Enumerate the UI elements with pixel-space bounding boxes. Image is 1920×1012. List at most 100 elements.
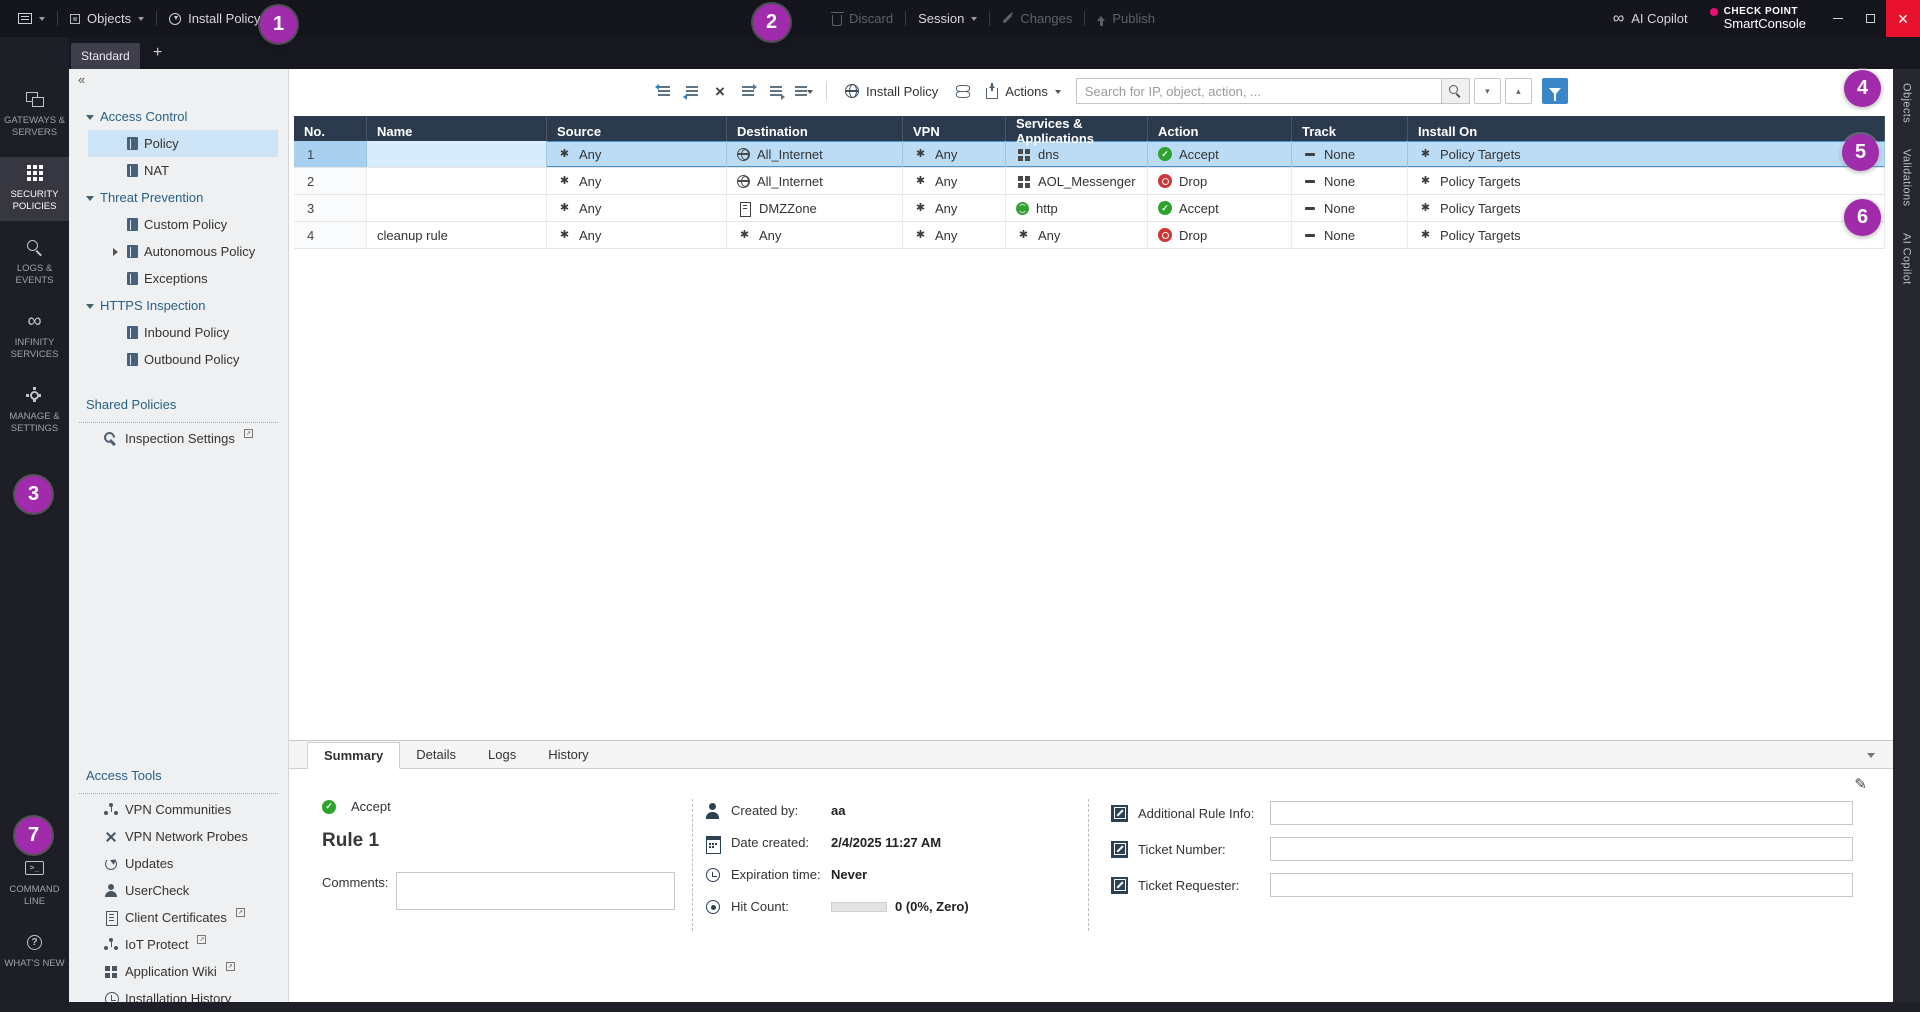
source-cell[interactable]: Any [547, 168, 727, 194]
search-input[interactable] [1076, 78, 1442, 104]
install-on-cell[interactable]: Policy Targets [1408, 195, 1885, 221]
tree-item-iot-protect[interactable]: IoT Protect [69, 931, 282, 958]
maximize-button[interactable] [1854, 0, 1886, 37]
rule-name-cell[interactable]: cleanup rule [367, 222, 547, 248]
table-row-rule-4[interactable]: 4 cleanup rule Any Any Any Any Drop None… [294, 222, 1885, 249]
search-prev-button[interactable] [1505, 78, 1532, 104]
table-row-rule-2[interactable]: 2 Any All_Internet Any AOL_Messenger Dro… [294, 168, 1885, 195]
rule-number-cell[interactable]: 2 [294, 168, 367, 194]
source-cell[interactable]: Any [547, 195, 727, 221]
edit-rule-icon[interactable] [1854, 775, 1867, 793]
side-tab-objects[interactable]: Objects [1901, 83, 1913, 123]
tab-history[interactable]: History [532, 741, 604, 768]
add-section-below-button[interactable] [762, 78, 790, 104]
tree-section-threat-prevention[interactable]: Threat Prevention [69, 184, 288, 211]
discard-button[interactable]: Discard [820, 0, 905, 37]
install-policy-button[interactable]: Install Policy [835, 78, 948, 104]
nav-whats-new[interactable]: WHAT'S NEW [0, 926, 69, 990]
action-cell[interactable]: Accept [1148, 141, 1292, 167]
table-row-rule-3[interactable]: 3 Any DMZZone Any http Accept None Polic… [294, 195, 1885, 222]
tree-item-custom-policy[interactable]: Custom Policy [88, 211, 278, 238]
ticket-requester-input[interactable] [1270, 873, 1853, 897]
view-menu-button[interactable] [790, 78, 818, 104]
source-cell[interactable]: Any [547, 222, 727, 248]
nav-manage-settings[interactable]: MANAGE & SETTINGS [0, 379, 69, 443]
tree-item-inspection-settings[interactable]: Inspection Settings [69, 425, 282, 452]
close-button[interactable] [1886, 0, 1920, 37]
track-cell[interactable]: None [1292, 141, 1408, 167]
collapse-panel-icon[interactable] [1867, 753, 1875, 762]
objects-menu-button[interactable]: Objects [58, 0, 156, 37]
tree-item-outbound-policy[interactable]: Outbound Policy [88, 346, 278, 373]
action-cell[interactable]: Drop [1148, 168, 1292, 194]
additional-rule-info-input[interactable] [1270, 801, 1853, 825]
vpn-cell[interactable]: Any [903, 222, 1006, 248]
destination-cell[interactable]: All_Internet [727, 168, 903, 194]
add-rule-below-button[interactable] [678, 78, 706, 104]
install-on-cell[interactable]: Policy Targets [1408, 222, 1885, 248]
install-database-button[interactable] [948, 78, 976, 104]
install-on-cell[interactable]: Policy Targets [1408, 141, 1885, 167]
tab-logs[interactable]: Logs [472, 741, 532, 768]
add-rule-above-button[interactable] [650, 78, 678, 104]
destination-cell[interactable]: Any [727, 222, 903, 248]
tree-item-exceptions[interactable]: Exceptions [88, 265, 278, 292]
install-on-cell[interactable]: Policy Targets [1408, 168, 1885, 194]
rule-name-cell[interactable] [367, 141, 547, 167]
tree-item-client-certificates[interactable]: Client Certificates [69, 904, 282, 931]
vpn-cell[interactable]: Any [903, 195, 1006, 221]
tab-summary[interactable]: Summary [307, 742, 400, 769]
tree-item-updates[interactable]: Updates [69, 850, 282, 877]
install-policy-menu-button[interactable]: Install Policy [157, 0, 272, 37]
delete-rule-button[interactable] [706, 78, 734, 104]
nav-logs-events[interactable]: LOGS & EVENTS [0, 231, 69, 295]
table-row-rule-1[interactable]: 1 Any All_Internet Any dns Accept None P… [294, 141, 1885, 168]
actions-menu-button[interactable]: Actions [976, 78, 1071, 104]
vpn-cell[interactable]: Any [903, 168, 1006, 194]
nav-command-line[interactable]: COMMAND LINE [0, 852, 69, 916]
tree-item-policy[interactable]: Policy [88, 130, 278, 157]
tree-item-vpn-communities[interactable]: VPN Communities [69, 796, 282, 823]
changes-button[interactable]: Changes [990, 0, 1084, 37]
side-tab-validations[interactable]: Validations [1901, 149, 1913, 206]
vpn-cell[interactable]: Any [903, 141, 1006, 167]
rule-name-cell[interactable] [367, 195, 547, 221]
rule-number-cell[interactable]: 4 [294, 222, 367, 248]
action-cell[interactable]: Drop [1148, 222, 1292, 248]
tree-item-inbound-policy[interactable]: Inbound Policy [88, 319, 278, 346]
track-cell[interactable]: None [1292, 222, 1408, 248]
tree-section-https-inspection[interactable]: HTTPS Inspection [69, 292, 288, 319]
tree-item-autonomous-policy[interactable]: Autonomous Policy [88, 238, 278, 265]
action-cell[interactable]: Accept [1148, 195, 1292, 221]
nav-infinity-services[interactable]: INFINITY SERVICES [0, 305, 69, 369]
services-cell[interactable]: dns [1006, 141, 1148, 167]
rule-number-cell[interactable]: 3 [294, 195, 367, 221]
rule-name-cell[interactable] [367, 168, 547, 194]
tab-standard[interactable]: Standard [71, 43, 140, 69]
filter-button[interactable] [1542, 78, 1568, 104]
track-cell[interactable]: None [1292, 195, 1408, 221]
minimize-button[interactable] [1822, 0, 1854, 37]
side-tab-ai-copilot[interactable]: AI Copilot [1901, 233, 1913, 285]
tree-item-usercheck[interactable]: UserCheck [69, 877, 282, 904]
expander-triangle-icon[interactable] [113, 248, 122, 256]
publish-button[interactable]: Publish [1085, 0, 1167, 37]
search-button[interactable] [1442, 78, 1470, 104]
tree-item-nat[interactable]: NAT [88, 157, 278, 184]
nav-gateways-servers[interactable]: GATEWAYS & SERVERS [0, 83, 69, 147]
add-section-above-button[interactable] [734, 78, 762, 104]
search-next-button[interactable] [1474, 78, 1501, 104]
services-cell[interactable]: AOL_Messenger [1006, 168, 1148, 194]
destination-cell[interactable]: All_Internet [727, 141, 903, 167]
services-cell[interactable]: http [1006, 195, 1148, 221]
tree-item-application-wiki[interactable]: Application Wiki [69, 958, 282, 985]
tree-section-access-control[interactable]: Access Control [69, 103, 288, 130]
rule-number-cell[interactable]: 1 [294, 141, 367, 167]
destination-cell[interactable]: DMZZone [727, 195, 903, 221]
track-cell[interactable]: None [1292, 168, 1408, 194]
ai-copilot-button[interactable]: AI Copilot [1601, 0, 1700, 37]
session-menu-button[interactable]: Session [906, 0, 989, 37]
ticket-number-input[interactable] [1270, 837, 1853, 861]
comments-textarea[interactable] [396, 872, 675, 910]
tab-details[interactable]: Details [400, 741, 472, 768]
